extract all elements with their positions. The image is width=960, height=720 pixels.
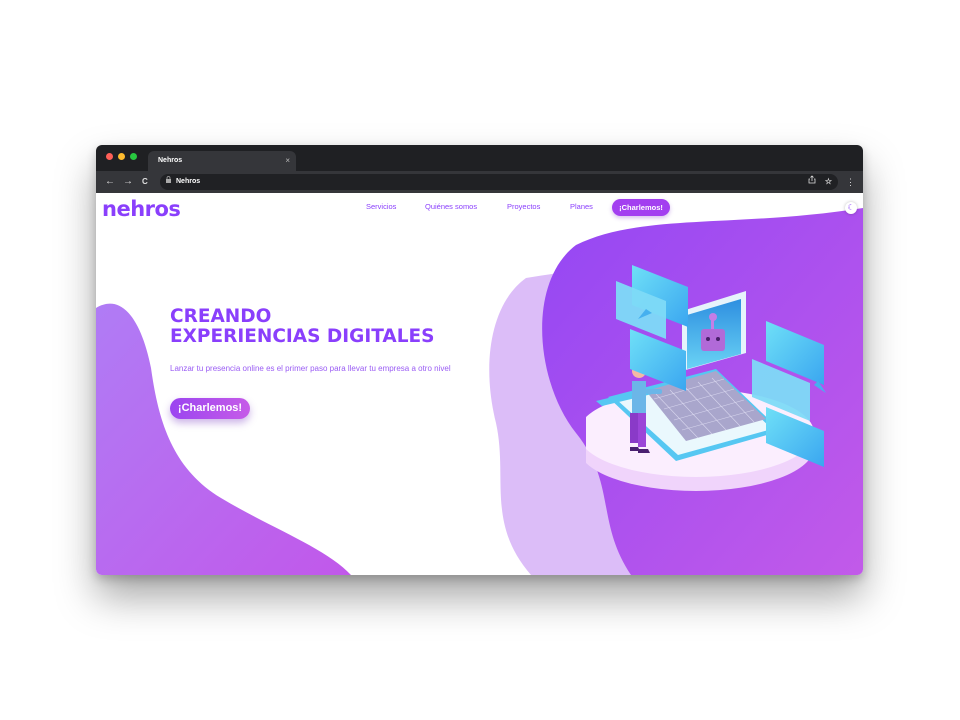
tab-bar: Nehros ×	[96, 145, 863, 171]
nav-planes[interactable]: Planes	[570, 202, 593, 211]
hero-title: CREANDO EXPERIENCIAS DIGITALES	[170, 307, 434, 347]
window-controls	[106, 153, 137, 160]
nav-servicios[interactable]: Servicios	[366, 202, 396, 211]
url-text: Nehros	[176, 178, 201, 185]
nav-charlemos-button[interactable]: ¡Charlemos!	[612, 199, 670, 216]
lock-icon	[166, 174, 171, 190]
nav-proyectos[interactable]: Proyectos	[507, 202, 540, 211]
hero-charlemos-button[interactable]: ¡Charlemos!	[170, 398, 250, 419]
browser-tab[interactable]: Nehros ×	[148, 151, 296, 171]
browser-window: Nehros × ← → C Nehros ☆ ⋮ nehros Servici…	[96, 145, 863, 575]
back-icon[interactable]: ←	[105, 175, 115, 189]
star-icon[interactable]: ☆	[825, 174, 832, 190]
browser-menu-icon[interactable]: ⋮	[846, 176, 855, 188]
address-bar[interactable]: Nehros ☆	[160, 174, 838, 190]
reload-icon[interactable]: C	[142, 175, 148, 189]
moon-icon[interactable]: ☾	[845, 202, 857, 214]
hero-illustration: ? ?	[586, 265, 826, 491]
address-toolbar: ← → C Nehros ☆ ⋮	[96, 171, 863, 193]
forward-icon[interactable]: →	[123, 175, 133, 189]
page-viewport: nehros Servicios Quiénes somos Proyectos…	[96, 193, 863, 575]
hero-subtitle: Lanzar tu presencia online es el primer …	[170, 364, 451, 373]
tab-close-icon[interactable]: ×	[285, 151, 290, 171]
site-logo[interactable]: nehros	[102, 197, 181, 221]
maximize-window-button[interactable]	[130, 153, 137, 160]
minimize-window-button[interactable]	[118, 153, 125, 160]
share-icon[interactable]	[808, 174, 816, 190]
close-window-button[interactable]	[106, 153, 113, 160]
hero-title-line1: CREANDO	[170, 306, 272, 327]
tab-title: Nehros	[158, 157, 183, 164]
hero-title-line2: EXPERIENCIAS DIGITALES	[170, 326, 435, 347]
nav-quienes-somos[interactable]: Quiénes somos	[425, 202, 477, 211]
